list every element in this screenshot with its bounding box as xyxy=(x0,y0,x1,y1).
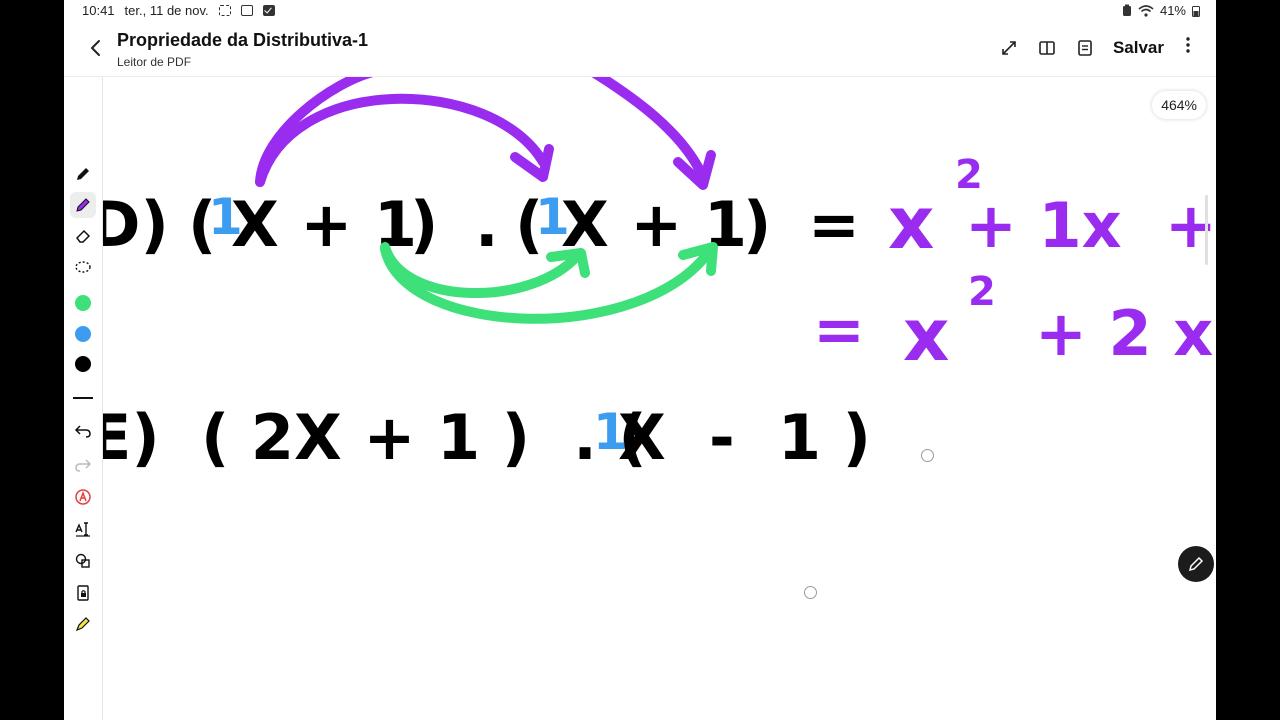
lasso-tool[interactable] xyxy=(70,254,96,280)
text-color-icon xyxy=(75,489,91,505)
expand-icon xyxy=(1002,40,1016,55)
redo-button[interactable] xyxy=(70,452,96,478)
selection-handle-1[interactable] xyxy=(921,449,934,462)
status-bar: 10:41 ter., 11 de nov. 41% xyxy=(64,0,1216,22)
green-dot xyxy=(75,295,91,311)
text-box-tool[interactable] xyxy=(70,516,96,542)
pen-icon xyxy=(77,168,89,180)
text-style-tool[interactable] xyxy=(70,484,96,510)
document-list-icon xyxy=(1078,39,1092,56)
lasso-icon xyxy=(75,261,91,273)
status-date: ter., 11 de nov. xyxy=(124,3,209,18)
more-options-button[interactable] xyxy=(1182,36,1194,59)
outline-button[interactable] xyxy=(1075,38,1095,58)
page-view-button[interactable] xyxy=(1037,38,1057,58)
green-arrows xyxy=(380,242,718,324)
highlighter-icon xyxy=(75,617,90,632)
lock-tool[interactable] xyxy=(70,580,96,606)
status-time: 10:41 xyxy=(82,3,115,18)
battery-icon xyxy=(1192,5,1200,17)
save-button[interactable]: Salvar xyxy=(1113,38,1164,58)
redo-icon xyxy=(75,459,92,472)
ink-arrows xyxy=(255,77,718,324)
scrollbar[interactable] xyxy=(1205,195,1208,265)
black-dot xyxy=(75,356,91,372)
undo-button[interactable] xyxy=(70,418,96,444)
screen-record-icon xyxy=(240,5,253,16)
text-box-icon xyxy=(75,522,90,537)
selection-handle-2[interactable] xyxy=(804,586,817,599)
purple-arrows xyxy=(255,77,716,190)
color-blue-swatch[interactable] xyxy=(70,321,96,347)
shapes-icon xyxy=(75,553,90,568)
battery-percent: 41% xyxy=(1159,3,1186,18)
checkbox-icon xyxy=(262,5,275,16)
screenshot-icon xyxy=(218,5,231,16)
pdf-reader-screen: 10:41 ter., 11 de nov. 41% Propriedade d… xyxy=(64,0,1216,720)
document-title: Propriedade da Distributiva-1 xyxy=(117,30,369,50)
highlighter-tool[interactable] xyxy=(70,192,96,218)
app-header: Propriedade da Distributiva-1 Leitor de … xyxy=(64,22,1216,77)
pencil-icon xyxy=(1188,556,1204,572)
document-subtitle: Leitor de PDF xyxy=(117,55,192,69)
blue-dot xyxy=(75,326,91,342)
eraser-icon xyxy=(76,229,91,243)
pen-tool[interactable] xyxy=(70,161,96,187)
lock-icon xyxy=(77,585,89,601)
back-button[interactable] xyxy=(84,36,108,60)
edit-fab-button[interactable] xyxy=(1178,546,1214,582)
pdf-page[interactable]: D) ( X + 1 ) . ( X + 1 ) = E) ( 2X + 1 )… xyxy=(103,77,1216,720)
chevron-left-icon xyxy=(91,40,100,56)
undo-icon xyxy=(74,425,91,438)
color-green-swatch[interactable] xyxy=(70,290,96,316)
shapes-tool[interactable] xyxy=(70,548,96,574)
annotation-toolbar xyxy=(64,160,102,640)
highlight-marker-tool[interactable] xyxy=(70,611,96,637)
stroke-width-indicator[interactable] xyxy=(73,397,93,399)
eraser-tool[interactable] xyxy=(70,223,96,249)
more-vertical-icon xyxy=(1186,37,1190,53)
marker-icon xyxy=(76,198,90,212)
zoom-level: 464% xyxy=(1152,91,1206,119)
expand-button[interactable] xyxy=(999,38,1019,58)
book-icon xyxy=(1039,40,1055,55)
color-black-swatch[interactable] xyxy=(70,351,96,377)
battery-saver-icon xyxy=(1122,4,1131,16)
wifi-icon xyxy=(1138,4,1154,17)
